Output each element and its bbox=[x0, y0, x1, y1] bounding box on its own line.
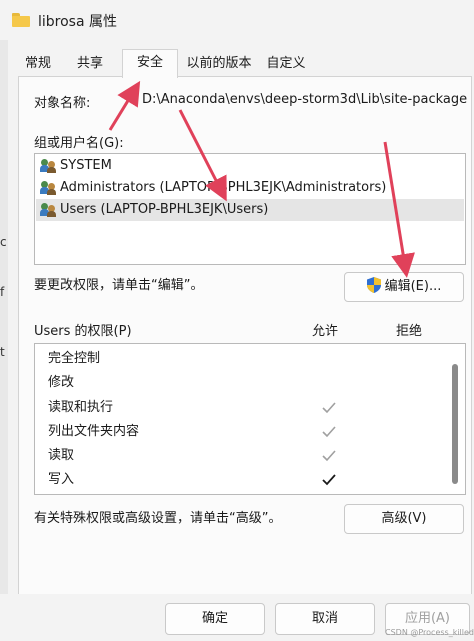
edit-permissions-hint: 要更改权限，请单击“编辑”。 bbox=[34, 278, 204, 293]
advanced-button[interactable]: 高级(V) bbox=[344, 504, 464, 534]
deny-column-header: 拒绝 bbox=[396, 324, 423, 339]
permission-row: 读取 bbox=[35, 444, 449, 468]
user-item-users[interactable]: Users (LAPTOP-BPHL3EJK\Users) bbox=[36, 199, 464, 221]
watermark: CSDN @Process_killed bbox=[385, 628, 474, 637]
edit-button-label: 编辑(E)... bbox=[384, 279, 442, 294]
users-icon bbox=[40, 203, 58, 217]
allow-check-icon bbox=[322, 474, 336, 486]
allow-column-header: 允许 bbox=[312, 324, 339, 339]
allow-check-icon bbox=[322, 402, 336, 414]
permissions-scrollbar[interactable] bbox=[452, 364, 458, 484]
tab-customize[interactable]: 自定义 bbox=[262, 52, 310, 76]
properties-window: c f t librosa 属性 常规 共享 安全 以前的版本 自定义 对象名称… bbox=[0, 0, 474, 641]
edge-glyph: f bbox=[0, 285, 5, 299]
user-name: SYSTEM bbox=[60, 158, 112, 173]
permission-name: 写入 bbox=[48, 472, 75, 487]
tab-security[interactable]: 安全 bbox=[122, 49, 178, 78]
users-icon bbox=[40, 181, 58, 195]
edge-glyph: c bbox=[0, 235, 7, 249]
permission-name: 修改 bbox=[48, 375, 75, 390]
permissions-title: Users 的权限(P) bbox=[34, 324, 132, 339]
title-bar: librosa 属性 bbox=[0, 0, 474, 40]
ok-button[interactable]: 确定 bbox=[165, 603, 265, 635]
group-users-label: 组或用户名(G): bbox=[34, 136, 124, 151]
user-item-administrators[interactable]: Administrators (LAPTOP-BPHL3EJK\Administ… bbox=[36, 177, 464, 199]
permission-row: 列出文件夹内容 bbox=[35, 420, 449, 444]
permission-row: 完全控制 bbox=[35, 347, 449, 371]
permission-row: 读取和执行 bbox=[35, 396, 449, 420]
tab-sharing[interactable]: 共享 bbox=[68, 52, 112, 76]
folder-icon bbox=[12, 13, 30, 27]
allow-check-icon bbox=[322, 450, 336, 462]
tab-general[interactable]: 常规 bbox=[18, 52, 58, 76]
user-name: Users (LAPTOP-BPHL3EJK\Users) bbox=[60, 202, 269, 217]
background-window-edge: c f t bbox=[0, 40, 8, 600]
users-icon bbox=[40, 159, 58, 173]
window-title: librosa 属性 bbox=[38, 14, 118, 30]
users-listbox[interactable]: SYSTEM Administrators (LAPTOP-BPHL3EJK\A… bbox=[34, 153, 466, 265]
uac-shield-icon bbox=[366, 277, 381, 293]
user-name: Administrators (LAPTOP-BPHL3EJK\Administ… bbox=[60, 180, 387, 195]
permission-name: 读取和执行 bbox=[48, 400, 114, 415]
permissions-header: Users 的权限(P) 允许 拒绝 bbox=[34, 320, 464, 340]
permission-name: 读取 bbox=[48, 448, 75, 463]
cancel-button[interactable]: 取消 bbox=[275, 603, 375, 635]
edge-glyph: t bbox=[0, 345, 5, 359]
allow-check-icon bbox=[322, 426, 336, 438]
special-permissions-hint: 有关特殊权限或高级设置，请单击“高级”。 bbox=[34, 511, 282, 526]
tab-previous-versions[interactable]: 以前的版本 bbox=[180, 52, 258, 76]
permission-name: 完全控制 bbox=[48, 351, 101, 366]
object-name-label: 对象名称: bbox=[34, 96, 91, 111]
permissions-list: 完全控制 修改 读取和执行 列出文件夹内容 读取 写入 bbox=[34, 343, 466, 495]
permission-name: 列出文件夹内容 bbox=[48, 424, 140, 439]
object-name-value[interactable]: D:\Anaconda\envs\deep-storm3d\Lib\site-p… bbox=[142, 92, 470, 107]
permission-row: 修改 bbox=[35, 371, 449, 395]
permission-row: 写入 bbox=[35, 468, 449, 492]
user-item-system[interactable]: SYSTEM bbox=[36, 155, 464, 177]
edit-button[interactable]: 编辑(E)... bbox=[344, 272, 464, 302]
